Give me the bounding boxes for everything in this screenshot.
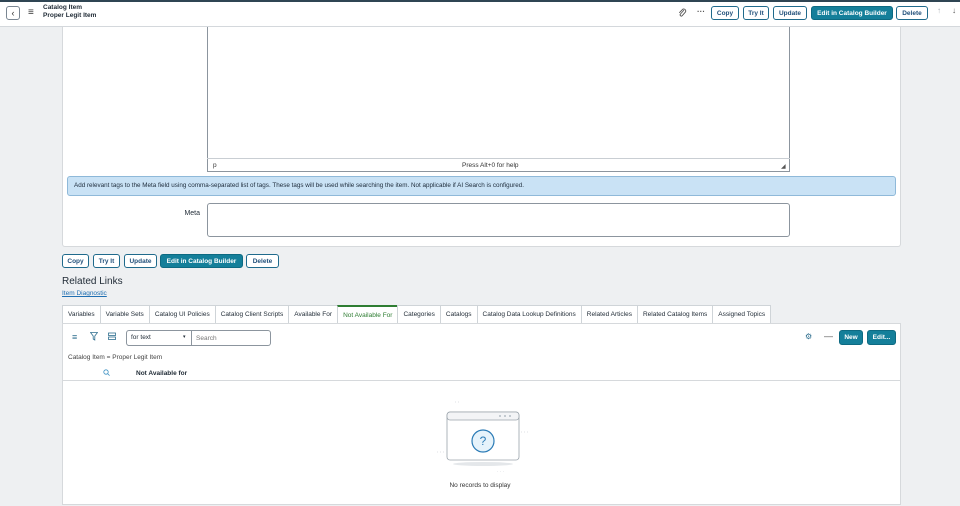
search-field-select-value: for text: [131, 334, 151, 341]
list-menu-icon[interactable]: ≡: [72, 332, 77, 342]
edit-in-catalog-builder-button-bottom[interactable]: Edit in Catalog Builder: [160, 254, 243, 268]
tab-catalog-ui-policies[interactable]: Catalog UI Policies: [148, 305, 216, 323]
info-message: Add relevant tags to the Meta field usin…: [67, 176, 896, 196]
editor-path: p: [213, 162, 217, 169]
empty-state-text: No records to display: [449, 482, 511, 489]
meta-label: Meta: [184, 210, 200, 217]
group-by-icon[interactable]: [108, 332, 116, 343]
back-button[interactable]: ‹: [6, 6, 20, 20]
svg-text:?: ?: [480, 434, 487, 448]
rich-text-editor[interactable]: [207, 27, 790, 172]
search-field-select[interactable]: for text ▾: [126, 330, 192, 346]
related-links-title: Related Links: [62, 276, 123, 287]
editor-help-text: Press Alt+0 for help: [462, 162, 519, 169]
tab-variables[interactable]: Variables: [62, 305, 101, 323]
delete-button-bottom[interactable]: Delete: [246, 254, 279, 268]
list-column-header: [62, 367, 901, 381]
tab-not-available-for[interactable]: Not Available For: [337, 305, 399, 323]
related-list-tabs: Variables Variable Sets Catalog UI Polic…: [62, 305, 772, 323]
tab-catalog-data-lookup-definitions[interactable]: Catalog Data Lookup Definitions: [476, 305, 582, 323]
more-options-icon[interactable]: ···: [697, 7, 705, 16]
tab-categories[interactable]: Categories: [397, 305, 441, 323]
tab-catalogs[interactable]: Catalogs: [439, 305, 478, 323]
record-type: Catalog Item: [43, 4, 83, 11]
list-search-input[interactable]: [192, 330, 271, 346]
try-it-button-bottom[interactable]: Try It: [93, 254, 120, 268]
edit-button[interactable]: Edit...: [867, 330, 896, 345]
new-button[interactable]: New: [839, 330, 863, 345]
item-diagnostic-link[interactable]: Item Diagnostic: [62, 290, 107, 297]
meta-field[interactable]: [207, 203, 790, 237]
column-not-available-for[interactable]: Not Available for: [136, 370, 187, 377]
gear-icon[interactable]: ⚙: [805, 332, 812, 341]
paperclip-icon[interactable]: [678, 8, 687, 20]
tab-available-for[interactable]: Available For: [288, 305, 339, 323]
edit-in-catalog-builder-button[interactable]: Edit in Catalog Builder: [811, 6, 893, 20]
arrow-up-icon[interactable]: ↑: [937, 6, 941, 15]
arrow-down-icon[interactable]: ↓: [952, 6, 956, 15]
try-it-button[interactable]: Try It: [743, 6, 769, 20]
list-breadcrumb[interactable]: Catalog Item = Proper Legit Item: [68, 354, 162, 361]
update-button[interactable]: Update: [773, 6, 807, 20]
editor-status-bar: p Press Alt+0 for help ◢: [207, 158, 790, 172]
tab-catalog-client-scripts[interactable]: Catalog Client Scripts: [214, 305, 290, 323]
no-records-illustration: ?: [437, 401, 529, 472]
search-icon[interactable]: [103, 369, 110, 378]
minimize-icon[interactable]: —: [824, 331, 833, 341]
delete-button[interactable]: Delete: [896, 6, 928, 20]
tab-related-articles[interactable]: Related Articles: [580, 305, 638, 323]
tab-variable-sets[interactable]: Variable Sets: [99, 305, 150, 323]
chevron-left-icon: ‹: [11, 8, 15, 18]
resize-handle-icon[interactable]: ◢: [781, 163, 786, 170]
copy-button[interactable]: Copy: [711, 6, 739, 20]
filter-icon[interactable]: [89, 332, 99, 343]
record-name: Proper Legit Item: [43, 12, 97, 19]
update-button-bottom[interactable]: Update: [124, 254, 157, 268]
menu-icon[interactable]: ≡: [28, 7, 34, 18]
copy-button-bottom[interactable]: Copy: [62, 254, 89, 268]
chevron-down-icon: ▾: [183, 334, 186, 340]
tab-related-catalog-items[interactable]: Related Catalog Items: [636, 305, 714, 323]
tab-assigned-topics[interactable]: Assigned Topics: [712, 305, 772, 323]
